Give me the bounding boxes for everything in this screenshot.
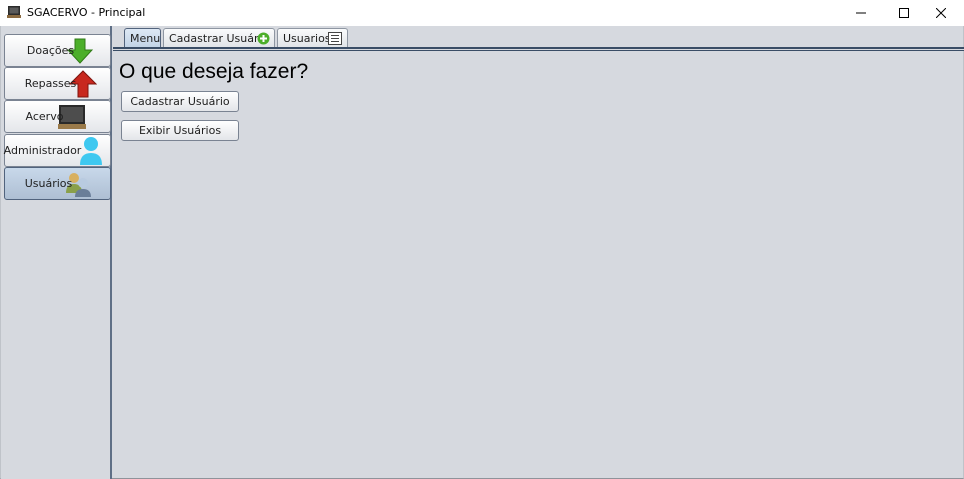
sidebar-item-doacoes[interactable]: Doações [4,34,111,67]
exibir-usuarios-button[interactable]: Exibir Usuários [121,120,239,141]
title-bar: SGACERVO - Principal [0,0,964,26]
tab-divider [113,47,964,51]
sidebar-item-label: Acervo [25,110,64,123]
close-icon [936,8,946,18]
page-title: O que deseja fazer? [119,60,309,83]
tab-menu[interactable]: Menu [124,28,161,47]
list-icon [328,32,342,45]
user-icon [80,137,102,165]
sidebar-item-repasses[interactable]: Repasses [4,67,111,100]
cadastrar-usuario-button[interactable]: Cadastrar Usuário [121,91,239,112]
sidebar-item-label: Doações [26,44,75,57]
tab-label: Cadastrar Usuário [169,31,269,45]
tab-label: Menu [130,31,161,45]
window-title: SGACERVO - Principal [27,6,146,19]
sidebar-item-label: Usuários [24,177,73,190]
tab-usuarios[interactable]: Usuarios [277,28,348,47]
tab-panel: Menu Cadastrar Usuário Usuarios O que de… [113,26,964,479]
monitor-icon [7,6,21,18]
sidebar: Doações Repasses Acervo Administrador Us… [1,26,112,479]
tab-cadastrar-usuario[interactable]: Cadastrar Usuário [163,28,275,47]
sidebar-item-label: Administrador [3,144,82,157]
sidebar-item-administrador[interactable]: Administrador [4,134,111,167]
plus-circle-icon [257,32,270,45]
minimize-button[interactable] [838,0,884,26]
sidebar-item-usuarios[interactable]: Usuários [4,167,111,200]
close-button[interactable] [918,0,964,26]
minimize-icon [856,12,866,14]
sidebar-item-acervo[interactable]: Acervo [4,100,111,133]
tab-label: Usuarios [283,31,331,45]
sidebar-item-label: Repasses [24,77,77,90]
maximize-icon [899,8,909,18]
window-client: Doações Repasses Acervo Administrador Us… [0,26,964,479]
